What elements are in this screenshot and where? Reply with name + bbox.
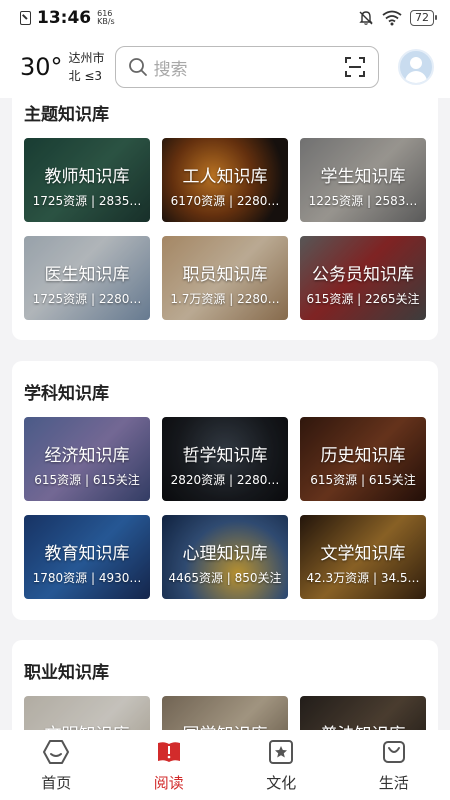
status-time: 13:46 [37, 8, 92, 28]
card-title: 职员知识库 [182, 265, 268, 285]
tab-label: 生活 [378, 774, 409, 792]
section-title: 学科知识库 [24, 384, 109, 404]
library-card-civility[interactable]: 文明知识库 [24, 696, 150, 730]
card-title: 学生知识库 [320, 167, 406, 187]
library-card-worker[interactable]: 工人知识库 6170资源 | 2280… [162, 138, 288, 222]
card-stats: 1.7万资源 | 2280… [170, 292, 280, 306]
card-stats: 1725资源 | 2835… [32, 194, 142, 208]
wind-info: 北 ≤3 [68, 69, 103, 83]
card-stats: 2820资源 | 2280… [170, 473, 280, 487]
tab-culture[interactable]: 文化 [225, 730, 338, 800]
section-career-library: 职业知识库 文明知识库 国学知识库 普法知识库 [12, 640, 438, 730]
card-title: 医生知识库 [44, 265, 130, 285]
library-card-sinology[interactable]: 国学知识库 [162, 696, 288, 730]
scan-icon[interactable] [344, 56, 366, 78]
city-name: 达州市 [68, 51, 105, 65]
bag-icon [382, 741, 405, 763]
net-speed: 616 KB/s [97, 10, 115, 26]
app-header: 30° 达州市 北 ≤3 搜索 [0, 36, 450, 98]
tab-home[interactable]: 首页 [0, 730, 113, 800]
card-title: 教育知识库 [44, 544, 130, 564]
library-card-civil-servant[interactable]: 公务员知识库 615资源 | 2265关注 [300, 236, 426, 320]
card-title: 教师知识库 [44, 167, 130, 187]
card-stats: 42.3万资源 | 34.5… [306, 571, 420, 585]
card-title: 普法知识库 [300, 720, 426, 730]
main-content[interactable]: 主题知识库 教师知识库 1725资源 | 2835… 工人知识库 6170资源 … [0, 98, 450, 730]
card-title: 文学知识库 [320, 544, 406, 564]
card-stats: 615资源 | 615关注 [310, 473, 416, 487]
library-card-history[interactable]: 历史知识库 615资源 | 615关注 [300, 417, 426, 501]
card-stats: 1225资源 | 2583… [308, 194, 418, 208]
section-subject-library: 学科知识库 经济知识库 615资源 | 615关注 哲学知识库 2820资源 |… [12, 361, 438, 620]
tab-life[interactable]: 生活 [338, 730, 450, 800]
library-card-staff[interactable]: 职员知识库 1.7万资源 | 2280… [162, 236, 288, 320]
library-card-literature[interactable]: 文学知识库 42.3万资源 | 34.5… [300, 515, 426, 599]
card-title: 经济知识库 [44, 446, 130, 466]
book-icon [157, 742, 180, 762]
library-card-teacher[interactable]: 教师知识库 1725资源 | 2835… [24, 138, 150, 222]
card-title: 公务员知识库 [312, 265, 414, 285]
tab-label: 首页 [41, 774, 72, 792]
library-card-psychology[interactable]: 心理知识库 4465资源 | 850关注 [162, 515, 288, 599]
search-input[interactable]: 搜索 [114, 46, 379, 88]
tab-label: 文化 [266, 774, 297, 792]
card-title: 工人知识库 [182, 167, 268, 187]
net-speed-unit: KB/s [97, 17, 115, 26]
card-stats: 6170资源 | 2280… [170, 194, 280, 208]
bottom-tab-bar: 首页 阅读 文化 生活 [0, 730, 450, 800]
card-stats: 1780资源 | 4930… [32, 571, 142, 585]
library-card-education[interactable]: 教育知识库 1780资源 | 4930… [24, 515, 150, 599]
card-title: 心理知识库 [182, 544, 268, 564]
section-title: 主题知识库 [24, 105, 109, 125]
library-card-student[interactable]: 学生知识库 1225资源 | 2583… [300, 138, 426, 222]
search-placeholder: 搜索 [153, 59, 188, 80]
weather-widget[interactable]: 30° 达州市 北 ≤3 [20, 49, 105, 85]
section-title: 职业知识库 [24, 663, 109, 683]
search-icon [128, 58, 147, 76]
star-badge-icon [269, 740, 294, 764]
section-theme-library: 主题知识库 教师知识库 1725资源 | 2835… 工人知识库 6170资源 … [12, 98, 438, 340]
temperature: 30° [20, 53, 63, 81]
status-bar: 13:46 616 KB/s 72 [0, 0, 450, 36]
card-title: 哲学知识库 [182, 446, 268, 466]
card-title: 文明知识库 [24, 720, 150, 730]
card-stats: 615资源 | 615关注 [34, 473, 140, 487]
tab-label: 阅读 [153, 774, 184, 792]
library-card-philosophy[interactable]: 哲学知识库 2820资源 | 2280… [162, 417, 288, 501]
card-stats: 615资源 | 2265关注 [306, 292, 420, 306]
location-info: 达州市 北 ≤3 [69, 49, 105, 85]
library-card-law[interactable]: 普法知识库 [300, 696, 426, 730]
tab-reading[interactable]: 阅读 [113, 730, 226, 800]
card-title: 历史知识库 [320, 446, 406, 466]
wifi-icon [382, 10, 402, 26]
library-card-economics[interactable]: 经济知识库 615资源 | 615关注 [24, 417, 150, 501]
card-stats: 1725资源 | 2280… [32, 292, 142, 306]
mute-bell-icon [359, 11, 373, 25]
card-title: 国学知识库 [162, 720, 288, 730]
card-stats: 4465资源 | 850关注 [168, 571, 282, 585]
avatar[interactable] [398, 49, 434, 85]
library-card-doctor[interactable]: 医生知识库 1725资源 | 2280… [24, 236, 150, 320]
no-sim-icon [20, 11, 31, 25]
home-icon [43, 740, 70, 764]
battery-indicator: 72 [410, 10, 437, 26]
